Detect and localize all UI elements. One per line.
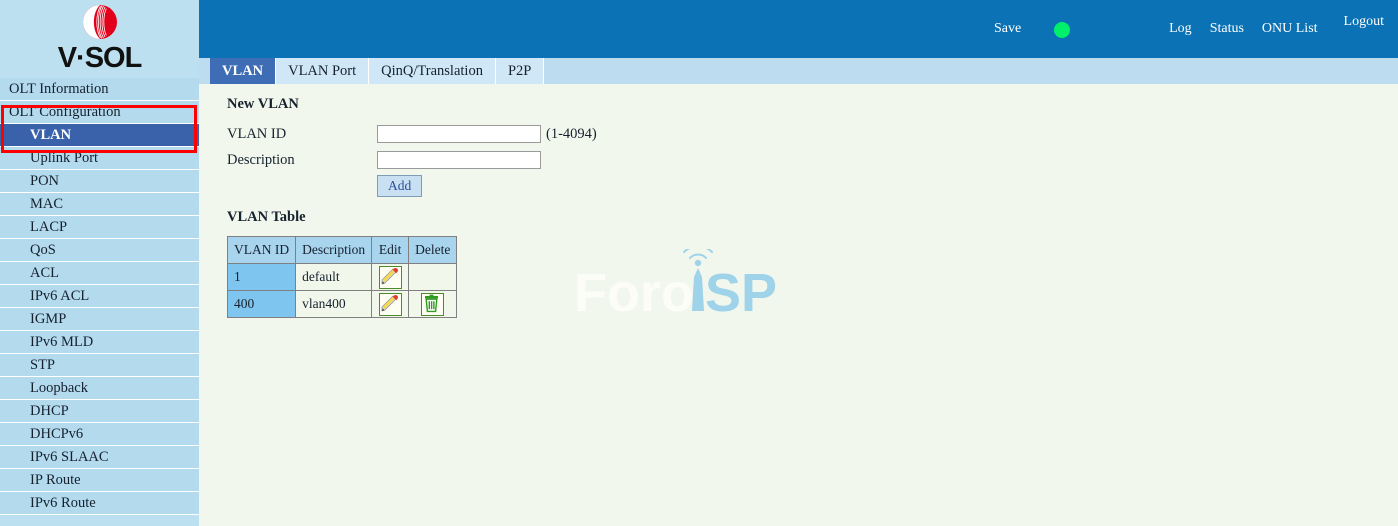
description-label: Description bbox=[227, 151, 295, 168]
content-area: Foro SP New VLAN VLAN ID (1-4094) Descri… bbox=[199, 84, 1398, 526]
sidebar-item-stp[interactable]: STP bbox=[0, 354, 199, 377]
tab-qinq-translation[interactable]: QinQ/Translation bbox=[369, 58, 496, 84]
cell-vlan-id: 400 bbox=[226, 290, 297, 318]
cell-edit[interactable] bbox=[371, 263, 410, 291]
description-input[interactable] bbox=[377, 151, 541, 169]
description-row: Description bbox=[227, 149, 1398, 171]
sidebar-item-igmp[interactable]: IGMP bbox=[0, 308, 199, 331]
header-link-onu-list[interactable]: ONU List bbox=[1262, 21, 1318, 37]
column-header-delete: Delete bbox=[408, 236, 458, 264]
sidebar-item-ipv6-mld[interactable]: IPv6 MLD bbox=[0, 331, 199, 354]
sidebar-item-ip-route[interactable]: IP Route bbox=[0, 469, 199, 492]
top-header-bar: Save Log Status ONU List Logout bbox=[199, 0, 1398, 58]
vlan-id-row: VLAN ID (1-4094) bbox=[227, 123, 1398, 145]
cell-delete[interactable] bbox=[408, 290, 458, 318]
vsol-sphere-logo-icon bbox=[78, 2, 122, 46]
sidebar-item-acl[interactable]: ACL bbox=[0, 262, 199, 285]
header-link-log[interactable]: Log bbox=[1169, 21, 1192, 37]
vlan-id-label: VLAN ID bbox=[227, 125, 287, 142]
save-button[interactable]: Save bbox=[994, 21, 1021, 37]
svg-text:SP: SP bbox=[705, 263, 777, 323]
sidebar-item-vlan[interactable]: VLAN bbox=[0, 124, 199, 147]
edit-pencil-icon[interactable] bbox=[378, 292, 402, 316]
table-row: 1 default bbox=[226, 263, 458, 291]
tab-bar: VLAN VLAN Port QinQ/Translation P2P bbox=[199, 58, 1398, 84]
sidebar-item-qos[interactable]: QoS bbox=[0, 239, 199, 262]
sidebar-menu: OLT Information OLT Configuration VLAN Upli… bbox=[0, 78, 199, 515]
svg-text:Foro: Foro bbox=[574, 263, 694, 323]
cell-vlan-id: 1 bbox=[226, 263, 297, 291]
sidebar-item-loopback[interactable]: Loopback bbox=[0, 377, 199, 400]
add-button-row: Add bbox=[377, 175, 1398, 197]
column-header-edit: Edit bbox=[371, 236, 410, 264]
add-vlan-button[interactable]: Add bbox=[377, 175, 423, 197]
sidebar: V·SOL OLT Information OLT Configuration VL… bbox=[0, 0, 199, 526]
sidebar-item-ipv6-slaac[interactable]: IPv6 SLAAC bbox=[0, 446, 199, 469]
sidebar-item-dhcp[interactable]: DHCP bbox=[0, 400, 199, 423]
table-row: 400 vlan400 bbox=[226, 290, 458, 318]
header-links: Log Status ONU List Logout bbox=[1169, 14, 1384, 37]
column-header-vlan-id: VLAN ID bbox=[226, 236, 297, 264]
olt-web-ui: V·SOL OLT Information OLT Configuration VL… bbox=[0, 0, 1398, 526]
tab-p2p[interactable]: P2P bbox=[495, 58, 545, 84]
header-link-logout[interactable]: Logout bbox=[1344, 14, 1384, 30]
edit-pencil-icon[interactable] bbox=[378, 265, 402, 289]
new-vlan-title: New VLAN bbox=[227, 96, 299, 112]
cell-delete bbox=[408, 263, 458, 291]
table-header-row: VLAN ID Description Edit Delete bbox=[226, 236, 458, 264]
sidebar-item-uplink-port[interactable]: Uplink Port bbox=[0, 147, 199, 170]
brand-name: V·SOL bbox=[57, 42, 143, 74]
header-link-status[interactable]: Status bbox=[1210, 21, 1244, 37]
cell-description: vlan400 bbox=[295, 290, 373, 318]
sidebar-item-pon[interactable]: PON bbox=[0, 170, 199, 193]
vlan-id-range-hint: (1-4094) bbox=[546, 125, 597, 142]
sidebar-item-ipv6-route[interactable]: IPv6 Route bbox=[0, 492, 199, 515]
sidebar-item-olt-configuration[interactable]: OLT Configuration bbox=[0, 101, 199, 124]
tab-vlan[interactable]: VLAN bbox=[210, 58, 277, 84]
cell-description: default bbox=[295, 263, 373, 291]
sidebar-item-olt-information[interactable]: OLT Information bbox=[0, 78, 199, 101]
vlan-table: VLAN ID Description Edit Delete 1 default 400… bbox=[226, 236, 458, 318]
foroisp-watermark: Foro SP bbox=[574, 245, 804, 329]
column-header-description: Description bbox=[295, 236, 373, 264]
vlan-table-title: VLAN Table bbox=[227, 209, 306, 225]
tab-vlan-port[interactable]: VLAN Port bbox=[276, 58, 370, 84]
sidebar-item-dhcpv6[interactable]: DHCPv6 bbox=[0, 423, 199, 446]
green-status-dot-icon bbox=[1054, 22, 1070, 38]
sidebar-item-ipv6-acl[interactable]: IPv6 ACL bbox=[0, 285, 199, 308]
main-pane: Save Log Status ONU List Logout VLAN VLAN… bbox=[199, 0, 1398, 526]
sidebar-item-mac[interactable]: MAC bbox=[0, 193, 199, 216]
cell-edit[interactable] bbox=[371, 290, 410, 318]
table-body: 1 default 400 vlan400 bbox=[226, 263, 458, 318]
vlan-id-input[interactable] bbox=[377, 125, 541, 143]
delete-trash-icon[interactable] bbox=[421, 292, 445, 316]
sidebar-item-lacp[interactable]: LACP bbox=[0, 216, 199, 239]
brand-logo: V·SOL bbox=[0, 0, 199, 78]
